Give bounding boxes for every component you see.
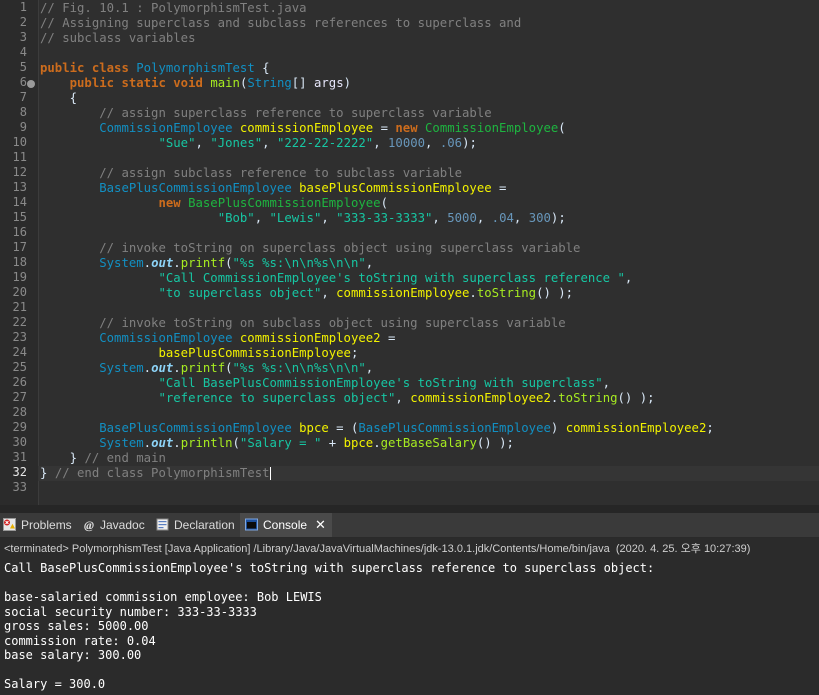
- declaration-icon: [156, 518, 169, 531]
- line-number: 23: [12, 330, 27, 344]
- line-number: 21: [12, 300, 27, 314]
- line-number: 31: [12, 450, 27, 464]
- tab-javadoc-label: Javadoc: [100, 518, 145, 532]
- line-number: 9: [19, 120, 27, 134]
- line-number: 28: [12, 405, 27, 419]
- problems-icon: [3, 518, 16, 531]
- line-number: 15: [12, 210, 27, 224]
- code-line-6: public static void main(String[] args): [69, 76, 352, 90]
- fold-marker-icon[interactable]: [27, 80, 35, 88]
- bottom-panel-tabbar: Problems @ Javadoc Declaration Console ✕: [0, 513, 819, 538]
- code-line-15: "Bob", "Lewis", "333-33-3333", 5000, .04…: [217, 211, 566, 225]
- code-line-5: public class PolymorphismTest {: [40, 61, 270, 75]
- code-line-24: basePlusCommissionEmployee;: [158, 346, 359, 360]
- console-line: Salary = 300.0: [4, 677, 106, 691]
- tab-javadoc[interactable]: @ Javadoc: [84, 513, 145, 537]
- line-number: 24: [12, 345, 27, 359]
- line-number: 8: [19, 105, 27, 119]
- line-number: 26: [12, 375, 27, 389]
- console-output[interactable]: <terminated> PolymorphismTest [Java Appl…: [0, 538, 819, 695]
- line-number: 13: [12, 180, 27, 194]
- console-icon: [245, 518, 258, 531]
- line-number: 27: [12, 390, 27, 404]
- console-line: Call BasePlusCommissionEmployee's toStri…: [4, 561, 655, 575]
- code-line-1: // Fig. 10.1 : PolymorphismTest.java: [40, 1, 307, 15]
- line-number: 33: [12, 480, 27, 494]
- line-number: 29: [12, 420, 27, 434]
- close-icon[interactable]: ✕: [315, 513, 326, 537]
- tab-problems-label: Problems: [21, 518, 72, 532]
- tab-declaration[interactable]: Declaration: [156, 513, 235, 537]
- code-line-30: System.out.println("Salary = " + bpce.ge…: [99, 436, 514, 450]
- code-line-25: System.out.printf("%s %s:\n\n%s\n\n",: [99, 361, 374, 375]
- code-line-7: {: [69, 91, 78, 105]
- console-status: <terminated> PolymorphismTest [Java Appl…: [4, 543, 751, 555]
- line-number: 2: [19, 15, 27, 29]
- line-number: 16: [12, 225, 27, 239]
- line-number: 19: [12, 270, 27, 284]
- line-number: 12: [12, 165, 27, 179]
- console-line: social security number: 333-33-3333: [4, 604, 257, 619]
- line-number-gutter: 1 2 3 4 5 6 7 8 9 10 11 12 13 14 15 16 1…: [0, 0, 39, 505]
- code-line-9: CommissionEmployee commissionEmployee = …: [99, 121, 566, 135]
- code-line-29: BasePlusCommissionEmployee bpce = (BaseP…: [99, 421, 714, 435]
- code-editor[interactable]: 1 2 3 4 5 6 7 8 9 10 11 12 13 14 15 16 1…: [0, 0, 819, 505]
- code-line-27: "reference to superclass object", commis…: [158, 391, 655, 405]
- code-line-10: "Sue", "Jones", "222-22-2222", 10000, .0…: [158, 136, 477, 150]
- code-line-17: // invoke toString on superclass object …: [99, 241, 581, 255]
- code-line-19: "Call CommissionEmployee's toString with…: [158, 271, 633, 285]
- tab-console-label: Console: [263, 518, 308, 532]
- code-line-8: // assign superclass reference to superc…: [99, 106, 492, 120]
- line-number: 6: [19, 75, 27, 89]
- line-number: 14: [12, 195, 27, 209]
- code-line-14: new BasePlusCommissionEmployee(: [158, 196, 388, 210]
- code-line-23: CommissionEmployee commissionEmployee2 =: [99, 331, 396, 345]
- javadoc-icon: @: [84, 518, 94, 532]
- code-line-20: "to superclass object", commissionEmploy…: [158, 286, 574, 300]
- line-number: 7: [19, 90, 27, 104]
- line-number: 5: [19, 60, 27, 74]
- console-line: commission rate: 0.04: [4, 633, 156, 648]
- tab-declaration-label: Declaration: [174, 518, 235, 532]
- text-caret: [269, 467, 271, 480]
- line-number: 3: [19, 30, 27, 44]
- code-line-13: BasePlusCommissionEmployee basePlusCommi…: [99, 181, 507, 195]
- line-number: 11: [12, 150, 27, 164]
- line-number: 30: [12, 435, 27, 449]
- line-number: 32: [12, 465, 27, 479]
- line-number: 25: [12, 360, 27, 374]
- line-number: 22: [12, 315, 27, 329]
- code-line-31: } // end main: [69, 451, 166, 465]
- code-line-26: "Call BasePlusCommissionEmployee's toStr…: [158, 376, 611, 390]
- console-line: base-salaried commission employee: Bob L…: [4, 590, 322, 604]
- code-line-32: } // end class PolymorphismTest: [40, 466, 271, 480]
- code-line-12: // assign subclass reference to subclass…: [99, 166, 462, 180]
- tab-console[interactable]: Console ✕: [240, 513, 332, 537]
- code-line-3: // subclass variables: [40, 31, 196, 45]
- line-number: 18: [12, 255, 27, 269]
- line-number: 17: [12, 240, 27, 254]
- console-line: base salary: 300.00: [4, 648, 142, 662]
- code-line-22: // invoke toString on subclass object us…: [99, 316, 566, 330]
- line-number: 4: [19, 45, 27, 59]
- line-number: 20: [12, 285, 27, 299]
- code-line-2: // Assigning superclass and subclass ref…: [40, 16, 522, 30]
- console-line: gross sales: 5000.00: [4, 619, 149, 633]
- line-number: 10: [12, 135, 27, 149]
- panel-divider[interactable]: [0, 505, 819, 513]
- code-line-18: System.out.printf("%s %s:\n\n%s\n\n",: [99, 256, 374, 270]
- line-number: 1: [19, 0, 27, 14]
- tab-problems[interactable]: Problems: [3, 513, 72, 537]
